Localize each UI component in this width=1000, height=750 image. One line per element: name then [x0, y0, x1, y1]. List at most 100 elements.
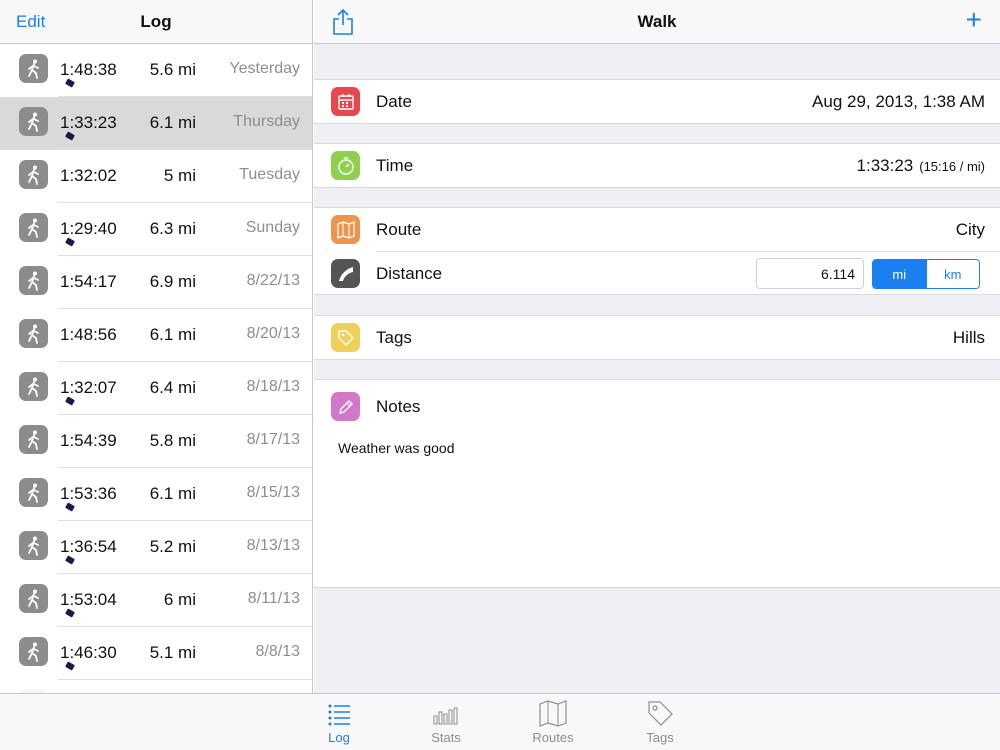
log-entry-row[interactable]: 1:54:39 5.8 mi 8/17/13	[0, 415, 312, 468]
calendar-icon	[331, 87, 360, 116]
date-label: Date	[376, 92, 412, 111]
entry-time: 1:48:56	[60, 325, 117, 344]
log-entry-row[interactable]: 1:46:30 5.1 mi 8/8/13	[0, 627, 312, 680]
entry-time: 1:33:23	[60, 113, 117, 132]
log-entry-row[interactable]: 1:32:07 6.4 mi 8/18/13	[0, 362, 312, 415]
log-entry-row[interactable]: 1:48:38 5.6 mi Yesterday	[0, 44, 312, 97]
notes-text[interactable]: Weather was good	[338, 440, 454, 456]
detail-header: Walk +	[314, 0, 1000, 44]
log-entry-row[interactable]: 1:53:36 6.1 mi 8/15/13	[0, 468, 312, 521]
route-label: Route	[376, 220, 422, 239]
time-value-group: 1:33:23 (15:16 / mi)	[857, 156, 985, 176]
log-entry-row[interactable]: 1:29:40 6.3 mi Sunday	[0, 203, 312, 256]
distance-field[interactable]	[756, 258, 864, 289]
log-entry-row[interactable]: 1:33:23 6.1 mi Thursday	[0, 97, 312, 150]
walker-icon	[19, 107, 48, 136]
notes-label: Notes	[376, 397, 421, 416]
date-row[interactable]: Date Aug 29, 2013, 1:38 AM	[314, 80, 1000, 123]
walker-icon	[19, 160, 48, 189]
entry-distance: 5.2 mi	[149, 537, 196, 556]
entry-time: 1:46:30	[60, 643, 117, 662]
list-icon	[328, 704, 350, 726]
entry-distance: 6.3 mi	[149, 219, 196, 238]
stopwatch-icon	[331, 151, 360, 180]
entry-date: 8/17/13	[246, 431, 300, 448]
entry-time: 1:54:17	[60, 272, 117, 291]
page-title: Walk	[637, 12, 677, 31]
entry-distance: 6.9 mi	[149, 272, 196, 291]
entry-date: Thursday	[233, 113, 300, 130]
walker-icon	[19, 584, 48, 613]
date-value: Aug 29, 2013, 1:38 AM	[812, 92, 985, 111]
pace-value: (15:16 / mi)	[919, 159, 985, 174]
entry-date: 8/8/13	[255, 643, 300, 660]
walker-icon	[19, 637, 48, 666]
log-entry-row[interactable]: 1:53:04 6 mi 8/11/13	[0, 574, 312, 627]
notes-header-row: Notes	[314, 380, 1000, 432]
entry-distance: 6.1 mi	[149, 325, 196, 344]
entry-time: 1:53:36	[60, 484, 117, 503]
entry-distance: 5 mi	[163, 166, 196, 185]
walker-icon	[19, 54, 48, 83]
entry-distance: 5.6 mi	[149, 60, 196, 79]
entry-time: 1:54:39	[60, 431, 117, 450]
notes-section[interactable]: Notes Weather was good	[314, 379, 1000, 588]
distance-row: Distance mi km	[331, 251, 1000, 294]
tab-log[interactable]: Log	[304, 698, 374, 745]
tags-section: Tags Hills	[314, 315, 1000, 360]
entry-date: 8/22/13	[246, 272, 300, 289]
entry-distance: 6.4 mi	[149, 378, 196, 397]
tag-icon	[648, 701, 673, 726]
log-entry-row[interactable]: 1:48:56 6.1 mi 8/20/13	[0, 309, 312, 362]
tags-value: Hills	[952, 328, 985, 347]
walker-icon	[19, 425, 48, 454]
pencil-icon	[331, 392, 360, 421]
route-row[interactable]: Route City	[314, 208, 1000, 251]
entry-date: 8/20/13	[246, 325, 300, 342]
walk-detail-panel: Walk + Date Aug 29, 2013, 1:38 AM Time 1…	[314, 0, 1000, 750]
road-icon	[331, 259, 360, 288]
date-section: Date Aug 29, 2013, 1:38 AM	[314, 79, 1000, 124]
log-list[interactable]: 1:48:38 5.6 mi Yesterday 1:33:23 6.1 mi Thurs…	[0, 44, 312, 733]
entry-time: 1:36:54	[60, 537, 117, 556]
log-entry-row[interactable]: 1:32:02 5 mi Tuesday	[0, 150, 312, 203]
entry-time: 1:53:04	[60, 590, 117, 609]
unit-segmented-control[interactable]: mi km	[872, 259, 980, 289]
tab-tags[interactable]: Tags	[625, 698, 695, 745]
tags-label: Tags	[376, 328, 412, 347]
log-title: Log	[140, 12, 172, 31]
entry-distance: 5.8 mi	[149, 431, 196, 450]
log-entry-row[interactable]: 1:54:17 6.9 mi 8/22/13	[0, 256, 312, 309]
log-header: Edit Log	[0, 0, 312, 44]
tab-stats[interactable]: Stats	[411, 698, 481, 745]
time-section: Time 1:33:23 (15:16 / mi)	[314, 143, 1000, 188]
tag-icon	[331, 323, 360, 352]
unit-mi-segment[interactable]: mi	[873, 260, 926, 288]
entry-distance: 6.1 mi	[149, 484, 196, 503]
entry-distance: 5.1 mi	[149, 643, 196, 662]
tab-routes-label: Routes	[532, 730, 574, 745]
time-value: 1:33:23	[856, 156, 914, 175]
tab-stats-label: Stats	[431, 730, 461, 745]
entry-distance: 6.1 mi	[149, 113, 196, 132]
walker-icon	[19, 319, 48, 348]
tab-routes[interactable]: Routes	[518, 698, 588, 745]
unit-km-segment[interactable]: km	[925, 260, 979, 288]
add-button[interactable]: +	[966, 6, 982, 34]
walker-icon	[19, 372, 48, 401]
tags-row[interactable]: Tags Hills	[314, 316, 1000, 359]
walker-icon	[19, 213, 48, 242]
walker-icon	[19, 478, 48, 507]
distance-label: Distance	[376, 264, 443, 283]
entry-time: 1:32:07	[60, 378, 117, 397]
log-entry-row[interactable]: 1:36:54 5.2 mi 8/13/13	[0, 521, 312, 574]
entry-time: 1:48:38	[60, 60, 117, 79]
time-row[interactable]: Time 1:33:23 (15:16 / mi)	[314, 144, 1000, 187]
entry-date: 8/15/13	[246, 484, 300, 501]
entry-time: 1:32:02	[60, 166, 117, 185]
map-icon	[331, 215, 360, 244]
log-panel: Edit Log 1:48:38 5.6 mi Yesterday 1:33:23 6.…	[0, 0, 313, 750]
bar-chart-icon	[433, 707, 458, 725]
entry-date: Sunday	[245, 219, 300, 236]
entry-date: Yesterday	[229, 60, 300, 77]
